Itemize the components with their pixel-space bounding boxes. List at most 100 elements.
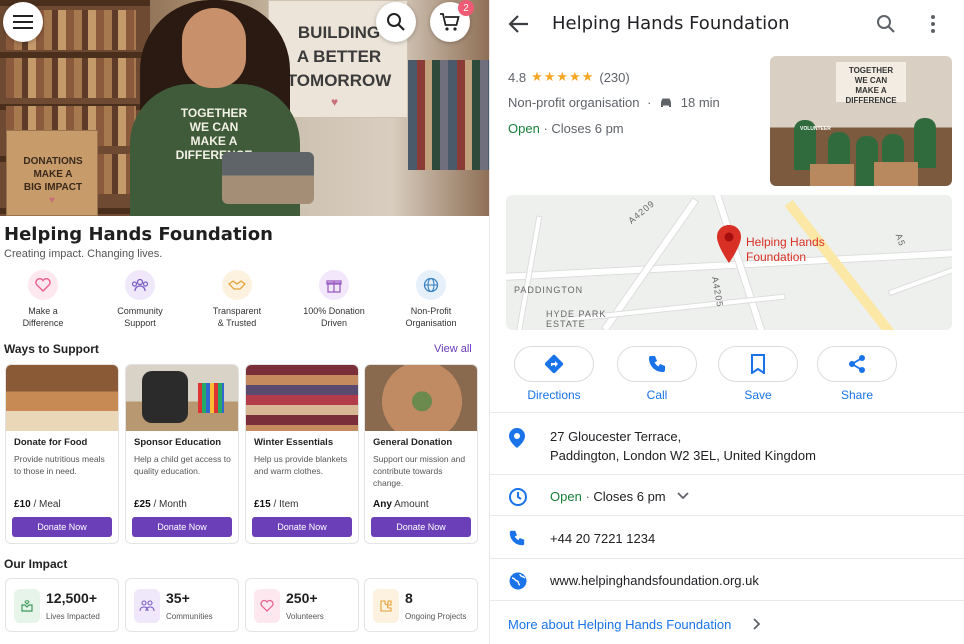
map-pin-icon <box>717 225 741 263</box>
menu-button[interactable] <box>3 2 43 42</box>
card-unit: / Month <box>153 499 187 510</box>
feature-label: Community Support <box>117 306 163 328</box>
impact-value: 250+ <box>286 590 318 606</box>
back-arrow-icon[interactable] <box>508 14 530 34</box>
volunteer-vest-text: VOLUNTEER <box>800 126 831 132</box>
chevron-down-icon <box>677 492 689 500</box>
review-count[interactable]: (230) <box>599 70 629 85</box>
street-label: A4209 <box>626 198 657 226</box>
screen: BUILDING A BETTER TOMORROW ♥ TOGETHER WE… <box>0 0 964 644</box>
more-about-link[interactable]: More about Helping Hands Foundation <box>508 617 761 632</box>
heart-icon <box>28 270 58 300</box>
feature-label: 100% Donation Driven <box>303 306 365 328</box>
globe-icon <box>509 572 527 590</box>
closing-time: Closes 6 pm <box>551 121 624 136</box>
call-button[interactable]: Call <box>617 346 697 402</box>
card-description: Provide nutritious meals to those in nee… <box>14 454 105 476</box>
drive-time: 18 min <box>680 95 720 110</box>
maps-place-panel: Helping Hands Foundation 4.8 ★★★★★ (230)… <box>490 0 964 644</box>
view-all-link[interactable]: View all <box>434 343 472 355</box>
support-card-education: Sponsor Education Help a child get acces… <box>125 364 239 544</box>
donate-now-button[interactable]: Donate Now <box>12 517 112 537</box>
rating-stars-icon: ★★★★★ <box>531 69 595 84</box>
feature-label: Transparent & Trusted <box>212 306 262 328</box>
card-amount: £25 <box>134 499 151 510</box>
feature-make-a-difference: Make a Difference <box>0 270 91 329</box>
education-image <box>126 365 238 431</box>
open-status: Open <box>508 121 540 136</box>
hamburger-icon <box>13 15 33 29</box>
impact-value: 12,500+ <box>46 590 97 606</box>
address-line-1: 27 Gloucester Terrace, <box>550 429 682 444</box>
website-link: www.helpinghandsfoundation.org.uk <box>550 573 759 588</box>
search-icon[interactable] <box>876 14 896 34</box>
impact-volunteers: 250+ Volunteers <box>245 578 359 632</box>
card-unit: / Meal <box>33 499 61 510</box>
support-card-general: General Donation Support our mission and… <box>364 364 478 544</box>
gift-icon <box>319 270 349 300</box>
photo-sign-text: TOGETHER WE CAN MAKE A DIFFERENCE <box>836 62 906 105</box>
phone-icon <box>649 356 665 372</box>
hero-image: BUILDING A BETTER TOMORROW ♥ TOGETHER WE… <box>0 0 489 216</box>
donate-now-button[interactable]: Donate Now <box>371 517 471 537</box>
address-line-2: Paddington, London W2 3EL, United Kingdo… <box>550 448 816 463</box>
card-price: £25 / Month <box>134 499 187 510</box>
volunteer-figure <box>914 118 936 168</box>
backpack <box>142 371 188 423</box>
hours-open: Open <box>550 489 582 504</box>
card-price: £15 / Item <box>254 499 298 510</box>
rating-value: 4.8 <box>508 69 527 85</box>
photo-box <box>874 162 918 186</box>
people-icon <box>134 589 160 623</box>
map-pin-label: Helping Hands Foundation <box>746 235 825 264</box>
card-description: Help us provide blankets and warm clothe… <box>254 454 348 476</box>
ways-to-support-title: Ways to Support <box>4 342 99 356</box>
pencils <box>198 383 224 413</box>
donate-now-button[interactable]: Donate Now <box>252 517 352 537</box>
feature-non-profit: Non-Profit Organisation <box>383 270 479 329</box>
impact-label: Ongoing Projects <box>405 612 467 621</box>
directions-icon <box>544 354 564 374</box>
card-description: Help a child get access to quality educa… <box>134 454 231 476</box>
street-label: PADDINGTON <box>514 285 584 295</box>
divider <box>490 558 964 559</box>
card-amount: £10 <box>14 499 31 510</box>
impact-label: Communities <box>166 612 213 621</box>
feature-label: Non-Profit Organisation <box>405 306 457 328</box>
donate-now-button[interactable]: Donate Now <box>132 517 232 537</box>
category: Non-profit organisation <box>508 95 640 110</box>
directions-button[interactable]: Directions <box>514 346 594 402</box>
more-options-icon[interactable] <box>930 14 936 34</box>
box-heart-icon: ♥ <box>49 195 55 206</box>
volunteer-face <box>182 8 246 88</box>
donation-box-text: DONATIONS MAKE A BIG IMPACT <box>23 156 83 193</box>
search-icon <box>387 13 405 31</box>
share-button[interactable]: Share <box>817 346 897 402</box>
chevron-right-icon <box>753 618 761 630</box>
category-row: Non-profit organisation · 18 min <box>508 95 720 110</box>
divider <box>490 474 964 475</box>
card-title: Donate for Food <box>14 437 88 448</box>
org-title: Helping Hands Foundation <box>4 224 273 245</box>
search-button[interactable] <box>376 2 416 42</box>
card-unit: Amount <box>394 499 429 510</box>
cart-icon <box>440 13 460 31</box>
save-button[interactable]: Save <box>718 346 798 402</box>
divider <box>490 412 964 413</box>
feature-label: Make a Difference <box>22 306 64 328</box>
location-map[interactable]: PADDINGTON HYDE PARK ESTATE A4209 A4205 … <box>506 195 952 330</box>
heart-hand-icon <box>254 589 280 623</box>
impact-projects: 8 Ongoing Projects <box>364 578 478 632</box>
card-price: Any Amount <box>373 499 429 510</box>
food-image <box>6 365 118 431</box>
phone-number: +44 20 7221 1234 <box>550 531 656 546</box>
bookmark-icon <box>751 354 765 374</box>
impact-lives: 12,500+ Lives Impacted <box>5 578 119 632</box>
clothes-rack <box>408 60 489 170</box>
puzzle-icon <box>373 589 399 623</box>
place-photo[interactable]: TOGETHER WE CAN MAKE A DIFFERENCE VOLUNT… <box>770 56 952 186</box>
card-title: Sponsor Education <box>134 437 222 448</box>
location-pin-icon <box>509 428 525 448</box>
donation-box: DONATIONS MAKE A BIG IMPACT ♥ <box>6 130 98 216</box>
impact-value: 35+ <box>166 590 190 606</box>
